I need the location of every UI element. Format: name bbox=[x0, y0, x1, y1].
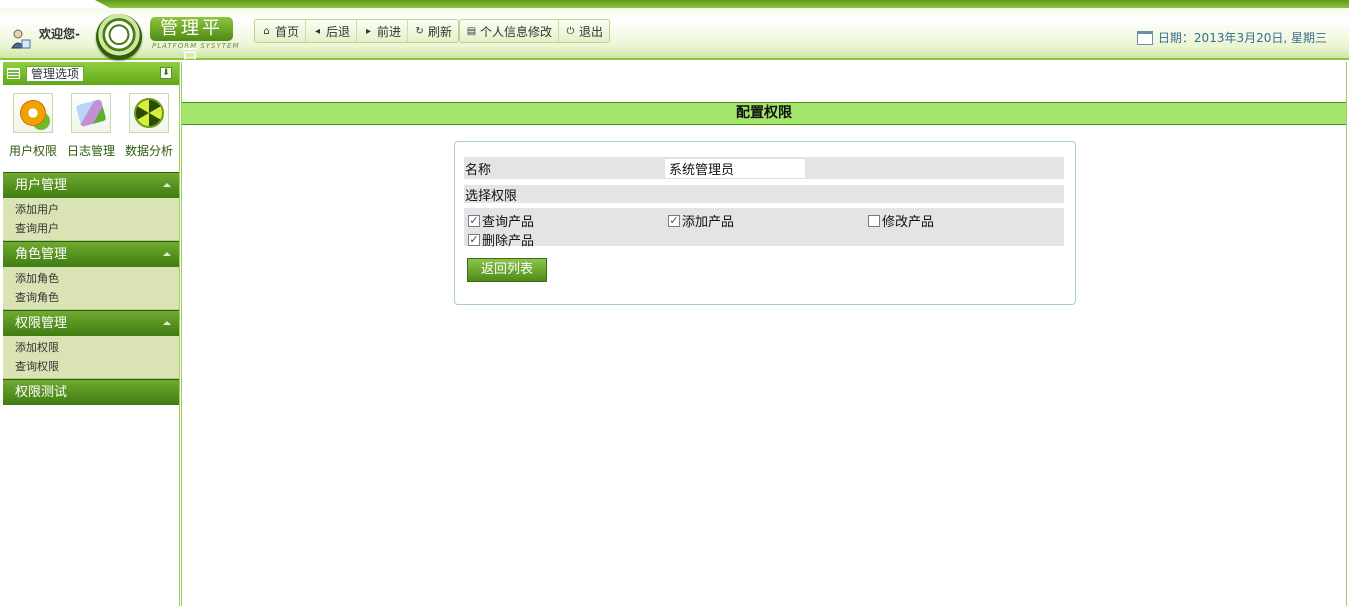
menu-title-label: 用户管理 bbox=[15, 178, 68, 193]
back-nav-button[interactable]: ◂ 后退 bbox=[306, 20, 358, 42]
perm-edit-product[interactable]: 修改产品 bbox=[868, 211, 934, 230]
quick-data-analysis[interactable]: 数据分析 bbox=[123, 93, 175, 159]
sidebar-header: 管理选项 ⬇ bbox=[3, 62, 179, 85]
log-icon bbox=[75, 99, 107, 127]
menu-item-query-user[interactable]: 查询用户 bbox=[3, 219, 179, 238]
menu-item-add-role[interactable]: 添加角色 bbox=[3, 269, 179, 288]
top-header: 欢迎您- 管理平台 PLATFORM SYSYTEM ⌂ 首页 ◂ 后退 ▸ 前进 ↻… bbox=[0, 0, 1349, 63]
menu-item-query-role[interactable]: 查询角色 bbox=[3, 288, 179, 307]
home-icon: ⌂ bbox=[263, 25, 270, 37]
menu-item-query-permission[interactable]: 查询权限 bbox=[3, 357, 179, 376]
quick-icon-frame bbox=[129, 93, 169, 133]
logout-button[interactable]: ⏻ 退出 bbox=[559, 20, 609, 42]
name-field[interactable] bbox=[664, 158, 806, 179]
list-icon: ▤ bbox=[466, 25, 477, 37]
nav-toolbar: ⌂ 首页 ◂ 后退 ▸ 前进 ↻ 刷新 bbox=[254, 19, 460, 43]
perm-add-product[interactable]: ✓ 添加产品 bbox=[668, 211, 734, 230]
menu-title-role[interactable]: 角色管理 bbox=[3, 241, 179, 267]
home-label: 首页 bbox=[275, 24, 300, 39]
collapse-arrow-icon bbox=[163, 321, 171, 325]
perm-label: 添加产品 bbox=[682, 215, 735, 230]
user-icon bbox=[11, 29, 31, 49]
date-display: 日期：2013年3月20日, 星期三 bbox=[1136, 29, 1327, 46]
forward-arrow-icon: ▸ bbox=[366, 25, 372, 37]
forward-button[interactable]: ▸ 前进 bbox=[357, 20, 409, 42]
refresh-label: 刷新 bbox=[428, 24, 453, 39]
collapse-arrow-icon bbox=[163, 252, 171, 256]
permission-form-panel: 名称 选择权限 ✓ 查询产品 ✓ 添加产品 修改产品 ✓ 删除产品 返回列 bbox=[454, 141, 1076, 305]
perm-checkbox[interactable]: ✓ bbox=[668, 214, 680, 227]
quick-label: 日志管理 bbox=[66, 144, 115, 158]
collapse-down-icon[interactable]: ⬇ bbox=[160, 67, 172, 79]
menu-item-add-permission[interactable]: 添加权限 bbox=[3, 338, 179, 357]
menu-items: 添加权限 查询权限 bbox=[3, 336, 179, 379]
calendar-icon bbox=[1136, 30, 1153, 45]
perm-delete-product[interactable]: ✓ 删除产品 bbox=[468, 230, 534, 249]
grid-icon bbox=[7, 68, 20, 79]
menu-title-permission[interactable]: 权限管理 bbox=[3, 310, 179, 336]
permission-options-row: ✓ 查询产品 ✓ 添加产品 修改产品 ✓ 删除产品 bbox=[464, 208, 1064, 249]
power-icon: ⏻ bbox=[566, 25, 575, 37]
refresh-button[interactable]: ↻ 刷新 bbox=[408, 20, 458, 42]
menu-title-label: 权限管理 bbox=[15, 316, 68, 331]
logo-emblem-icon bbox=[96, 14, 142, 60]
main-content: 配置权限 名称 选择权限 ✓ 查询产品 ✓ 添加产品 修改产品 ✓ 删除产品 bbox=[181, 62, 1347, 606]
quick-label: 数据分析 bbox=[124, 144, 173, 158]
page-title: 配置权限 bbox=[182, 102, 1346, 125]
permission-label-row: 选择权限 bbox=[464, 185, 1064, 204]
menu-group-user: 用户管理 添加用户 查询用户 bbox=[3, 172, 179, 241]
account-toolbar: ▤ 个人信息修改 ⏻ 退出 bbox=[459, 19, 611, 43]
quick-log-management[interactable]: 日志管理 bbox=[65, 93, 117, 159]
perm-label: 查询产品 bbox=[482, 215, 535, 230]
perm-label: 修改产品 bbox=[882, 215, 935, 230]
back-arrow-icon: ◂ bbox=[315, 25, 321, 37]
name-label: 名称 bbox=[465, 163, 492, 178]
collapse-arrow-icon bbox=[163, 183, 171, 187]
back-label: 后退 bbox=[326, 24, 351, 39]
permission-label: 选择权限 bbox=[465, 189, 518, 204]
menu-item-add-user[interactable]: 添加用户 bbox=[3, 200, 179, 219]
sidebar: 管理选项 ⬇ 用户权限 日志管理 数据分析 用户管理 添加用户 查询用户 角色管… bbox=[3, 62, 180, 606]
logout-label: 退出 bbox=[579, 24, 604, 39]
menu-title-permission-test[interactable]: 权限测试 bbox=[3, 379, 179, 405]
header-top-stripe bbox=[0, 0, 1349, 8]
quick-user-permissions[interactable]: 用户权限 bbox=[7, 93, 59, 159]
menu-group-permission-test: 权限测试 bbox=[3, 379, 179, 405]
welcome-text: 欢迎您- bbox=[39, 27, 80, 41]
forward-label: 前进 bbox=[377, 24, 402, 39]
menu-title-label: 角色管理 bbox=[15, 247, 68, 262]
profile-edit-button[interactable]: ▤ 个人信息修改 bbox=[460, 20, 560, 42]
quick-icon-frame bbox=[13, 93, 53, 133]
menu-group-role: 角色管理 添加角色 查询角色 bbox=[3, 241, 179, 310]
sidebar-title: 管理选项 bbox=[26, 65, 85, 82]
perm-checkbox[interactable]: ✓ bbox=[468, 233, 480, 246]
date-text: 日期：2013年3月20日, 星期三 bbox=[1157, 31, 1327, 45]
refresh-icon: ↻ bbox=[415, 25, 424, 37]
back-to-list-button[interactable]: 返回列表 bbox=[467, 258, 547, 282]
profile-label: 个人信息修改 bbox=[480, 24, 553, 39]
name-row: 名称 bbox=[464, 157, 1064, 179]
menu-items: 添加角色 查询角色 bbox=[3, 267, 179, 310]
perm-checkbox[interactable] bbox=[868, 214, 880, 227]
perm-checkbox[interactable]: ✓ bbox=[468, 214, 480, 227]
home-button[interactable]: ⌂ 首页 bbox=[255, 20, 307, 42]
menu-title-label: 权限测试 bbox=[15, 385, 68, 400]
menu-group-permission: 权限管理 添加权限 查询权限 bbox=[3, 310, 179, 379]
quick-icon-frame bbox=[71, 93, 111, 133]
menu-items: 添加用户 查询用户 bbox=[3, 198, 179, 241]
perm-query-product[interactable]: ✓ 查询产品 bbox=[468, 211, 534, 230]
quick-launch: 用户权限 日志管理 数据分析 bbox=[3, 85, 179, 172]
data-analysis-icon bbox=[134, 98, 164, 128]
perm-label: 删除产品 bbox=[482, 234, 535, 249]
gears-icon bbox=[20, 100, 46, 126]
quick-label: 用户权限 bbox=[8, 144, 57, 158]
logo-title: 管理平台 bbox=[150, 17, 233, 63]
menu-title-user[interactable]: 用户管理 bbox=[3, 172, 179, 198]
logo-subtitle: PLATFORM SYSYTEM bbox=[152, 42, 240, 50]
